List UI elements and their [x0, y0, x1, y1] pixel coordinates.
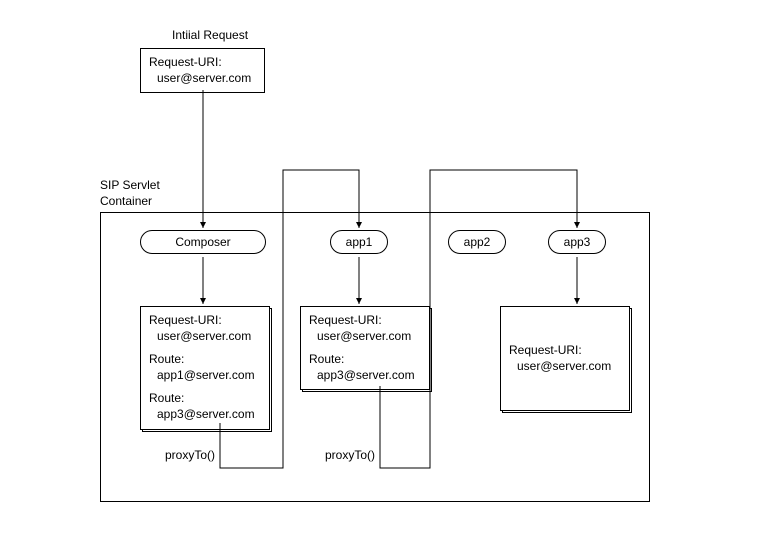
initial-request-label: Intiial Request [172, 28, 248, 42]
text: app3@server.com [309, 368, 421, 384]
app1-node: app1 [330, 230, 388, 254]
text: Request-URI: [149, 55, 256, 71]
text: user@server.com [309, 329, 421, 345]
text: Route: [149, 352, 261, 368]
composer-node: Composer [140, 230, 266, 254]
text: Request-URI: [149, 313, 261, 329]
text: Request-URI: [509, 343, 621, 359]
text: user@server.com [509, 359, 621, 375]
proxy-label-1: proxyTo() [165, 448, 215, 462]
text: user@server.com [149, 71, 256, 87]
text: app1@server.com [149, 368, 261, 384]
initial-request-box: Request-URI: user@server.com [140, 48, 265, 93]
app2-node: app2 [448, 230, 506, 254]
container-label: SIP Servlet Container [100, 178, 160, 209]
app3-output-box: Request-URI: user@server.com [500, 306, 630, 411]
app1-output-box: Request-URI: user@server.com Route: app3… [300, 306, 430, 390]
proxy-label-2: proxyTo() [325, 448, 375, 462]
text: user@server.com [149, 329, 261, 345]
text: SIP Servlet [100, 178, 160, 194]
text: Container [100, 194, 160, 210]
composer-output-box: Request-URI: user@server.com Route: app1… [140, 306, 270, 430]
text: Route: [149, 391, 261, 407]
app3-node: app3 [548, 230, 606, 254]
text: app3@server.com [149, 407, 261, 423]
text: Request-URI: [309, 313, 421, 329]
text: Route: [309, 352, 421, 368]
